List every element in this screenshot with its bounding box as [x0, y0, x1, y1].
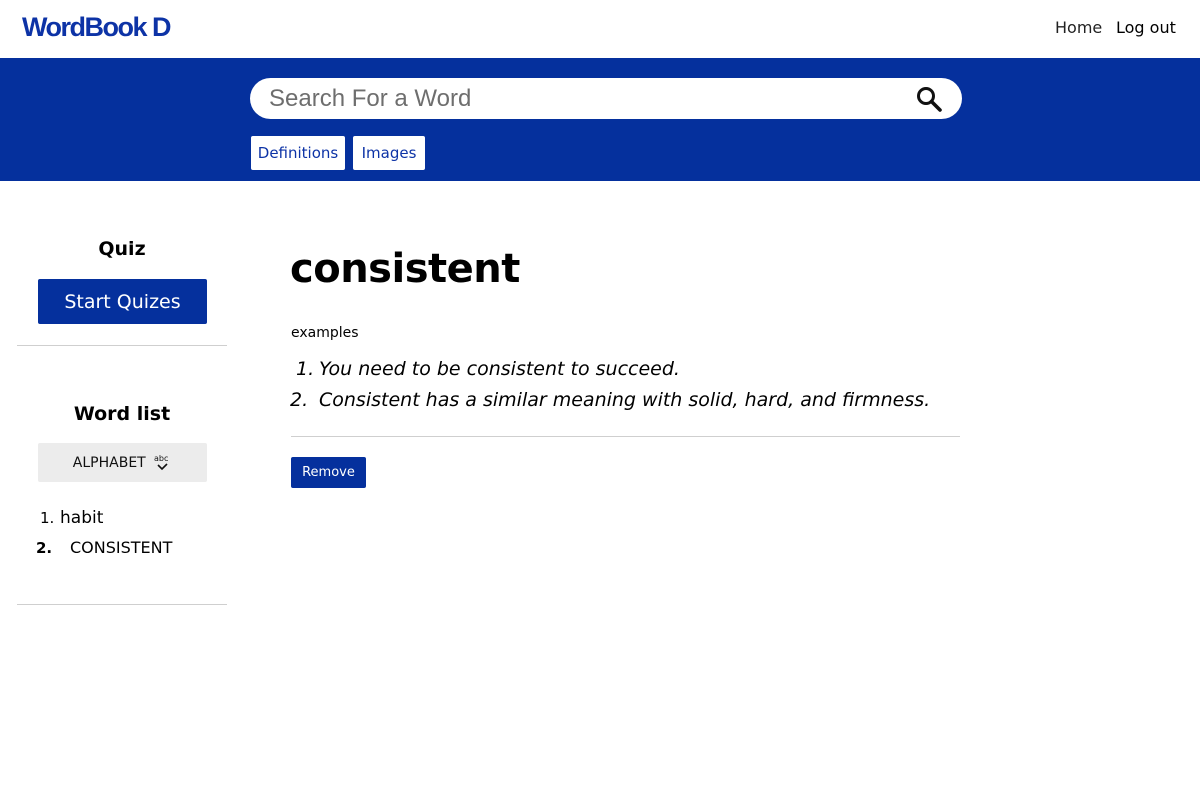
sidebar-divider	[17, 345, 227, 346]
word-list-heading: Word list	[73, 403, 171, 425]
remove-word-button[interactable]: Remove	[291, 457, 366, 488]
example-number: 1.	[296, 358, 315, 380]
example-sentence: You need to be consistent to succeed.	[319, 358, 680, 380]
word-title: consistent	[290, 246, 520, 292]
svg-text:abc: abc	[154, 454, 168, 463]
search-band: Definitions Images	[0, 58, 1200, 181]
examples-label: examples	[291, 325, 359, 341]
top-header: WordBook D Home Log out	[0, 0, 1200, 58]
word-list-item-number: 2.	[36, 539, 53, 557]
example-sentence: Consistent has a similar meaning with so…	[319, 389, 931, 411]
tab-images[interactable]: Images	[353, 136, 425, 170]
sort-button-label: ALPHABET	[72, 454, 146, 471]
sidebar-divider	[17, 604, 227, 605]
word-list-item-number: 1.	[40, 509, 55, 527]
sort-alphabetical-icon: abc	[154, 454, 169, 470]
search-icon[interactable]	[916, 86, 942, 112]
sort-alphabet-button[interactable]: ALPHABET abc	[38, 443, 207, 482]
quiz-heading: Quiz	[98, 238, 146, 260]
search-box	[250, 78, 962, 119]
example-number: 2.	[290, 389, 309, 411]
nav-home-link[interactable]: Home	[1055, 18, 1102, 37]
content-divider	[291, 436, 960, 437]
search-input[interactable]	[267, 82, 891, 116]
tab-definitions[interactable]: Definitions	[251, 136, 345, 170]
nav-logout-link[interactable]: Log out	[1116, 18, 1176, 37]
word-list-item-consistent[interactable]: CONSISTENT	[70, 538, 172, 557]
word-list-item-habit[interactable]: habit	[60, 508, 103, 528]
start-quizzes-button[interactable]: Start Quizes	[38, 279, 207, 324]
app-logo[interactable]: WordBook D	[22, 12, 172, 43]
